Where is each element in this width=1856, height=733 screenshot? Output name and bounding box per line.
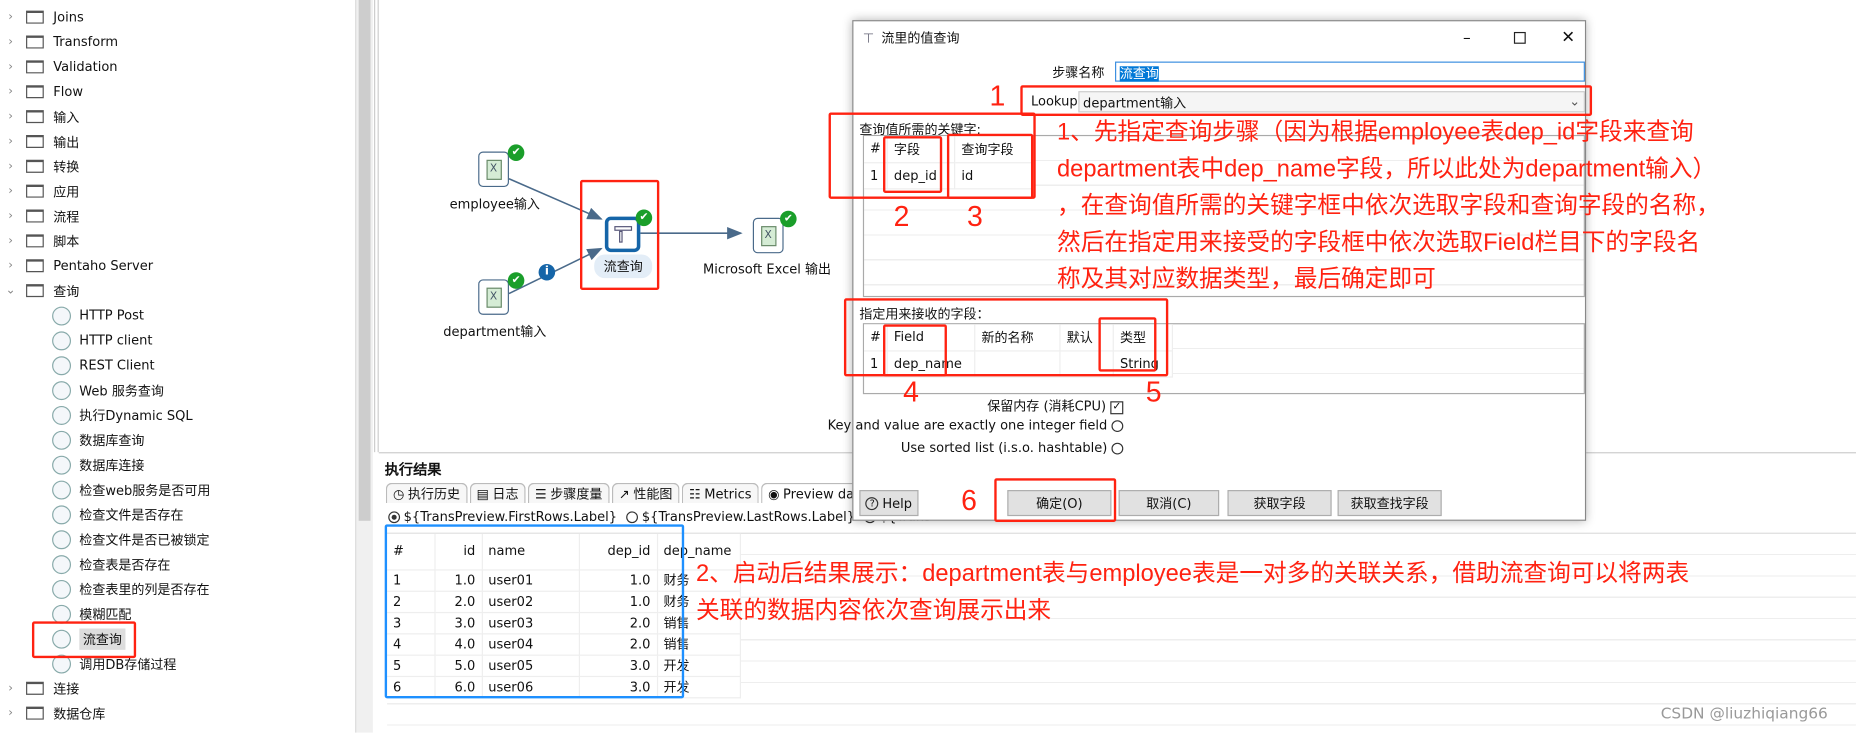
help-button[interactable]: ? Help [859,490,919,517]
radio-button[interactable] [388,511,401,524]
highlight-box-canvas [579,179,660,290]
sorted-list-radio[interactable] [1111,442,1124,455]
radio-label: ${TransPreview.LastRows.Label} [641,508,856,525]
results-title: 执行结果 [384,461,442,479]
annotation-number: 2 [893,201,910,234]
success-check-icon: ✔ [780,210,797,228]
highlight-box-results [384,524,685,699]
annotation-number: 3 [967,201,983,234]
step-department-input[interactable]: X [478,279,509,315]
tab[interactable]: ☰ 步骤度量 [527,482,610,504]
step-excel-output[interactable]: X [752,217,784,254]
metrics-icon: ☷ [689,485,701,502]
step-name-input[interactable]: 流查询 [1115,61,1585,82]
excel-file-icon: X [760,225,776,246]
annotation-number: 6 [961,485,977,518]
tab[interactable]: ◷ 执行历史 [385,482,468,504]
highlight-box-ok [994,478,1117,522]
radio-label: ${TransPreview.FirstRows.Label} [403,508,618,525]
highlight-box-lookup-step [1020,85,1593,116]
highlight-box-receive-field [883,324,947,377]
screenshot: › Joins › Transform › Validation › Flow › 输入 › 输出 › 转… [0,0,1856,733]
annotation-number: 4 [903,376,919,409]
chart-icon: ↗ [618,485,630,502]
minimize-button[interactable]: – [1463,29,1471,47]
tab[interactable]: ▤ 日志 [469,482,526,504]
tab-label: Metrics [704,485,752,502]
annotation-number: 1 [989,80,1006,113]
watermark: CSDN @liuzhiqiang66 [1660,705,1828,724]
success-check-icon: ✔ [507,144,525,161]
integer-field-row: Key and value are exactly one integer fi… [828,418,1124,433]
preview-radio-group: ${TransPreview.FirstRows.Label} ${TransPr… [388,509,931,524]
dialog-title-bar: ⊤ 流里的值查询 – ✕ [853,21,1585,54]
maximize-button[interactable] [1513,31,1526,44]
highlight-box-field [883,136,943,193]
get-lookup-fields-button[interactable]: 获取查找字段 [1337,490,1442,517]
preserve-memory-checkbox[interactable]: ✓ [1110,400,1124,414]
annotation-instructions: 1、先指定查询步骤（因为根据employee表dep_id字段来查询 depart… [1057,119,1720,293]
step-name-label: 步骤名称 [1052,65,1105,81]
excel-file-icon: X [485,287,502,308]
step-label: employee输入 [449,196,540,212]
annotation-results: 2、启动后结果展示：department表与employee表是一对多的关联关系… [695,561,1690,624]
log-icon: ▤ [476,485,489,502]
step-employee-input[interactable]: X [478,151,509,188]
stream-lookup-icon: ⊤ [862,30,875,46]
tab-label: 性能图 [633,486,673,502]
step-metrics-icon: ☰ [535,485,547,502]
clock-icon: ◷ [392,485,405,502]
preserve-memory-row: 保留内存 (消耗CPU) ✓ [987,397,1124,416]
integer-field-radio[interactable] [1111,420,1124,433]
preview-radio[interactable]: ${TransPreview.LastRows.Label} [626,508,856,525]
eye-icon: ◉ [768,485,780,502]
help-icon: ? [865,496,879,510]
tab-label: 日志 [492,486,519,502]
highlight-box-type [1098,317,1157,372]
results-tabs: ◷ 执行历史 ▤ 日志 ☰ 步骤度量 ↗ 性能图 ☷ Metrics ◉ Preview data [385,482,875,504]
tab[interactable]: ☷ Metrics [681,482,759,504]
step-label: Microsoft Excel 输出 [702,261,832,277]
radio-button[interactable] [626,511,639,524]
dialog-title: 流里的值查询 [881,30,960,47]
step-label: department输入 [443,324,547,340]
info-icon[interactable]: i [538,263,556,281]
tab[interactable]: ↗ 性能图 [611,482,680,504]
excel-file-icon: X [485,159,502,180]
highlight-box-lookup-field [946,133,1034,199]
annotation-number: 5 [1145,376,1162,409]
tab-label: 执行历史 [407,486,460,502]
close-button[interactable]: ✕ [1561,28,1575,47]
success-check-icon: ✔ [507,272,525,289]
get-fields-button[interactable]: 获取字段 [1227,490,1332,517]
preview-radio[interactable]: ${TransPreview.FirstRows.Label} [388,509,617,524]
sorted-list-row: Use sorted list (i.s.o. hashtable) [901,440,1124,456]
cancel-button[interactable]: 取消(C) [1118,490,1220,517]
tab-label: 步骤度量 [550,486,603,502]
